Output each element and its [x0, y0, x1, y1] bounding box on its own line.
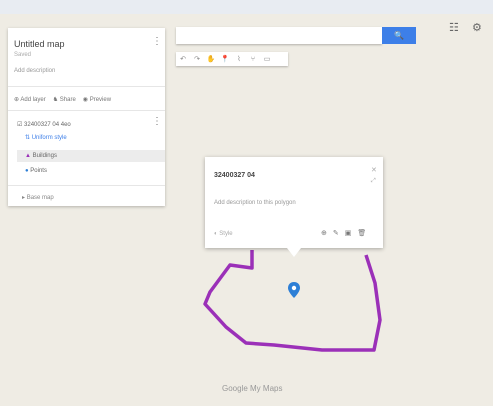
style-icon: ⇅: [25, 135, 31, 141]
polygon-shape[interactable]: [203, 250, 382, 352]
apps-grid-icon[interactable]: ☷: [449, 21, 459, 34]
pin-icon: ●: [25, 168, 29, 174]
base-map-toggle[interactable]: ▸ Base map: [22, 194, 54, 201]
map-title[interactable]: Untitled map: [14, 39, 65, 49]
directions-icon[interactable]: ⑂: [246, 56, 260, 63]
feature-description[interactable]: Add description to this polygon: [214, 200, 296, 206]
map-legend-panel: Untitled map Saved Add description ⋮ ⊕ A…: [8, 28, 165, 206]
layer-title[interactable]: ☑ 32400327 04 4eo: [17, 121, 71, 128]
share-button[interactable]: ♞ Share: [53, 96, 76, 103]
expand-icon[interactable]: ⤢: [371, 178, 376, 185]
layer-style-item[interactable]: ⇅ Uniform style: [25, 134, 67, 141]
draw-line-icon[interactable]: ⌇: [232, 55, 246, 63]
feature-actions: ⊕ ✎ ▣ 🗑: [321, 229, 366, 237]
photo-icon[interactable]: ▣: [345, 229, 352, 237]
hand-icon[interactable]: ✋: [204, 55, 218, 63]
google-logo: Google My Maps: [222, 384, 283, 393]
add-marker-icon[interactable]: 📍: [218, 55, 232, 63]
location-marker-icon[interactable]: [288, 282, 300, 298]
layer-feature-item[interactable]: ● Points: [25, 168, 47, 174]
search-button[interactable]: 🔍: [382, 27, 416, 44]
redo-icon[interactable]: ↷: [190, 55, 204, 63]
feature-style-link[interactable]: ◐ Style: [214, 231, 233, 237]
add-layer-button[interactable]: ⊕ Add layer: [14, 96, 46, 103]
preview-button[interactable]: ◉ Preview: [83, 96, 111, 103]
feature-info-popup: 32400327 04 ✕ ⤢ Add description to this …: [205, 157, 383, 248]
layer-options-icon[interactable]: ⋮: [152, 116, 162, 127]
close-icon[interactable]: ✕: [371, 166, 377, 174]
layer-feature-item[interactable]: ▲ Buildings: [25, 153, 57, 159]
feature-title: 32400327 04: [214, 172, 255, 179]
popup-pointer: [287, 248, 301, 257]
panel-divider: [8, 185, 165, 186]
map-toolbar: ↶ ↷ ✋ 📍 ⌇ ⑂ ▭: [176, 52, 288, 66]
delete-icon[interactable]: 🗑: [357, 229, 366, 237]
panel-divider: [8, 110, 165, 111]
settings-gear-icon[interactable]: ⚙: [472, 21, 482, 34]
panel-divider: [8, 86, 165, 87]
add-photo-icon[interactable]: ⊕: [321, 229, 327, 237]
panel-actions: ⊕ Add layer ♞ Share ◉ Preview: [14, 96, 111, 103]
edit-icon[interactable]: ✎: [333, 229, 339, 237]
map-description[interactable]: Add description: [14, 68, 55, 74]
polygon-icon: ▲: [25, 153, 31, 159]
search-input[interactable]: [176, 27, 382, 44]
save-status: Saved: [14, 52, 32, 58]
undo-icon[interactable]: ↶: [176, 55, 190, 63]
measure-icon[interactable]: ▭: [260, 55, 274, 63]
map-options-icon[interactable]: ⋮: [152, 36, 162, 47]
search-icon: 🔍: [394, 31, 404, 40]
